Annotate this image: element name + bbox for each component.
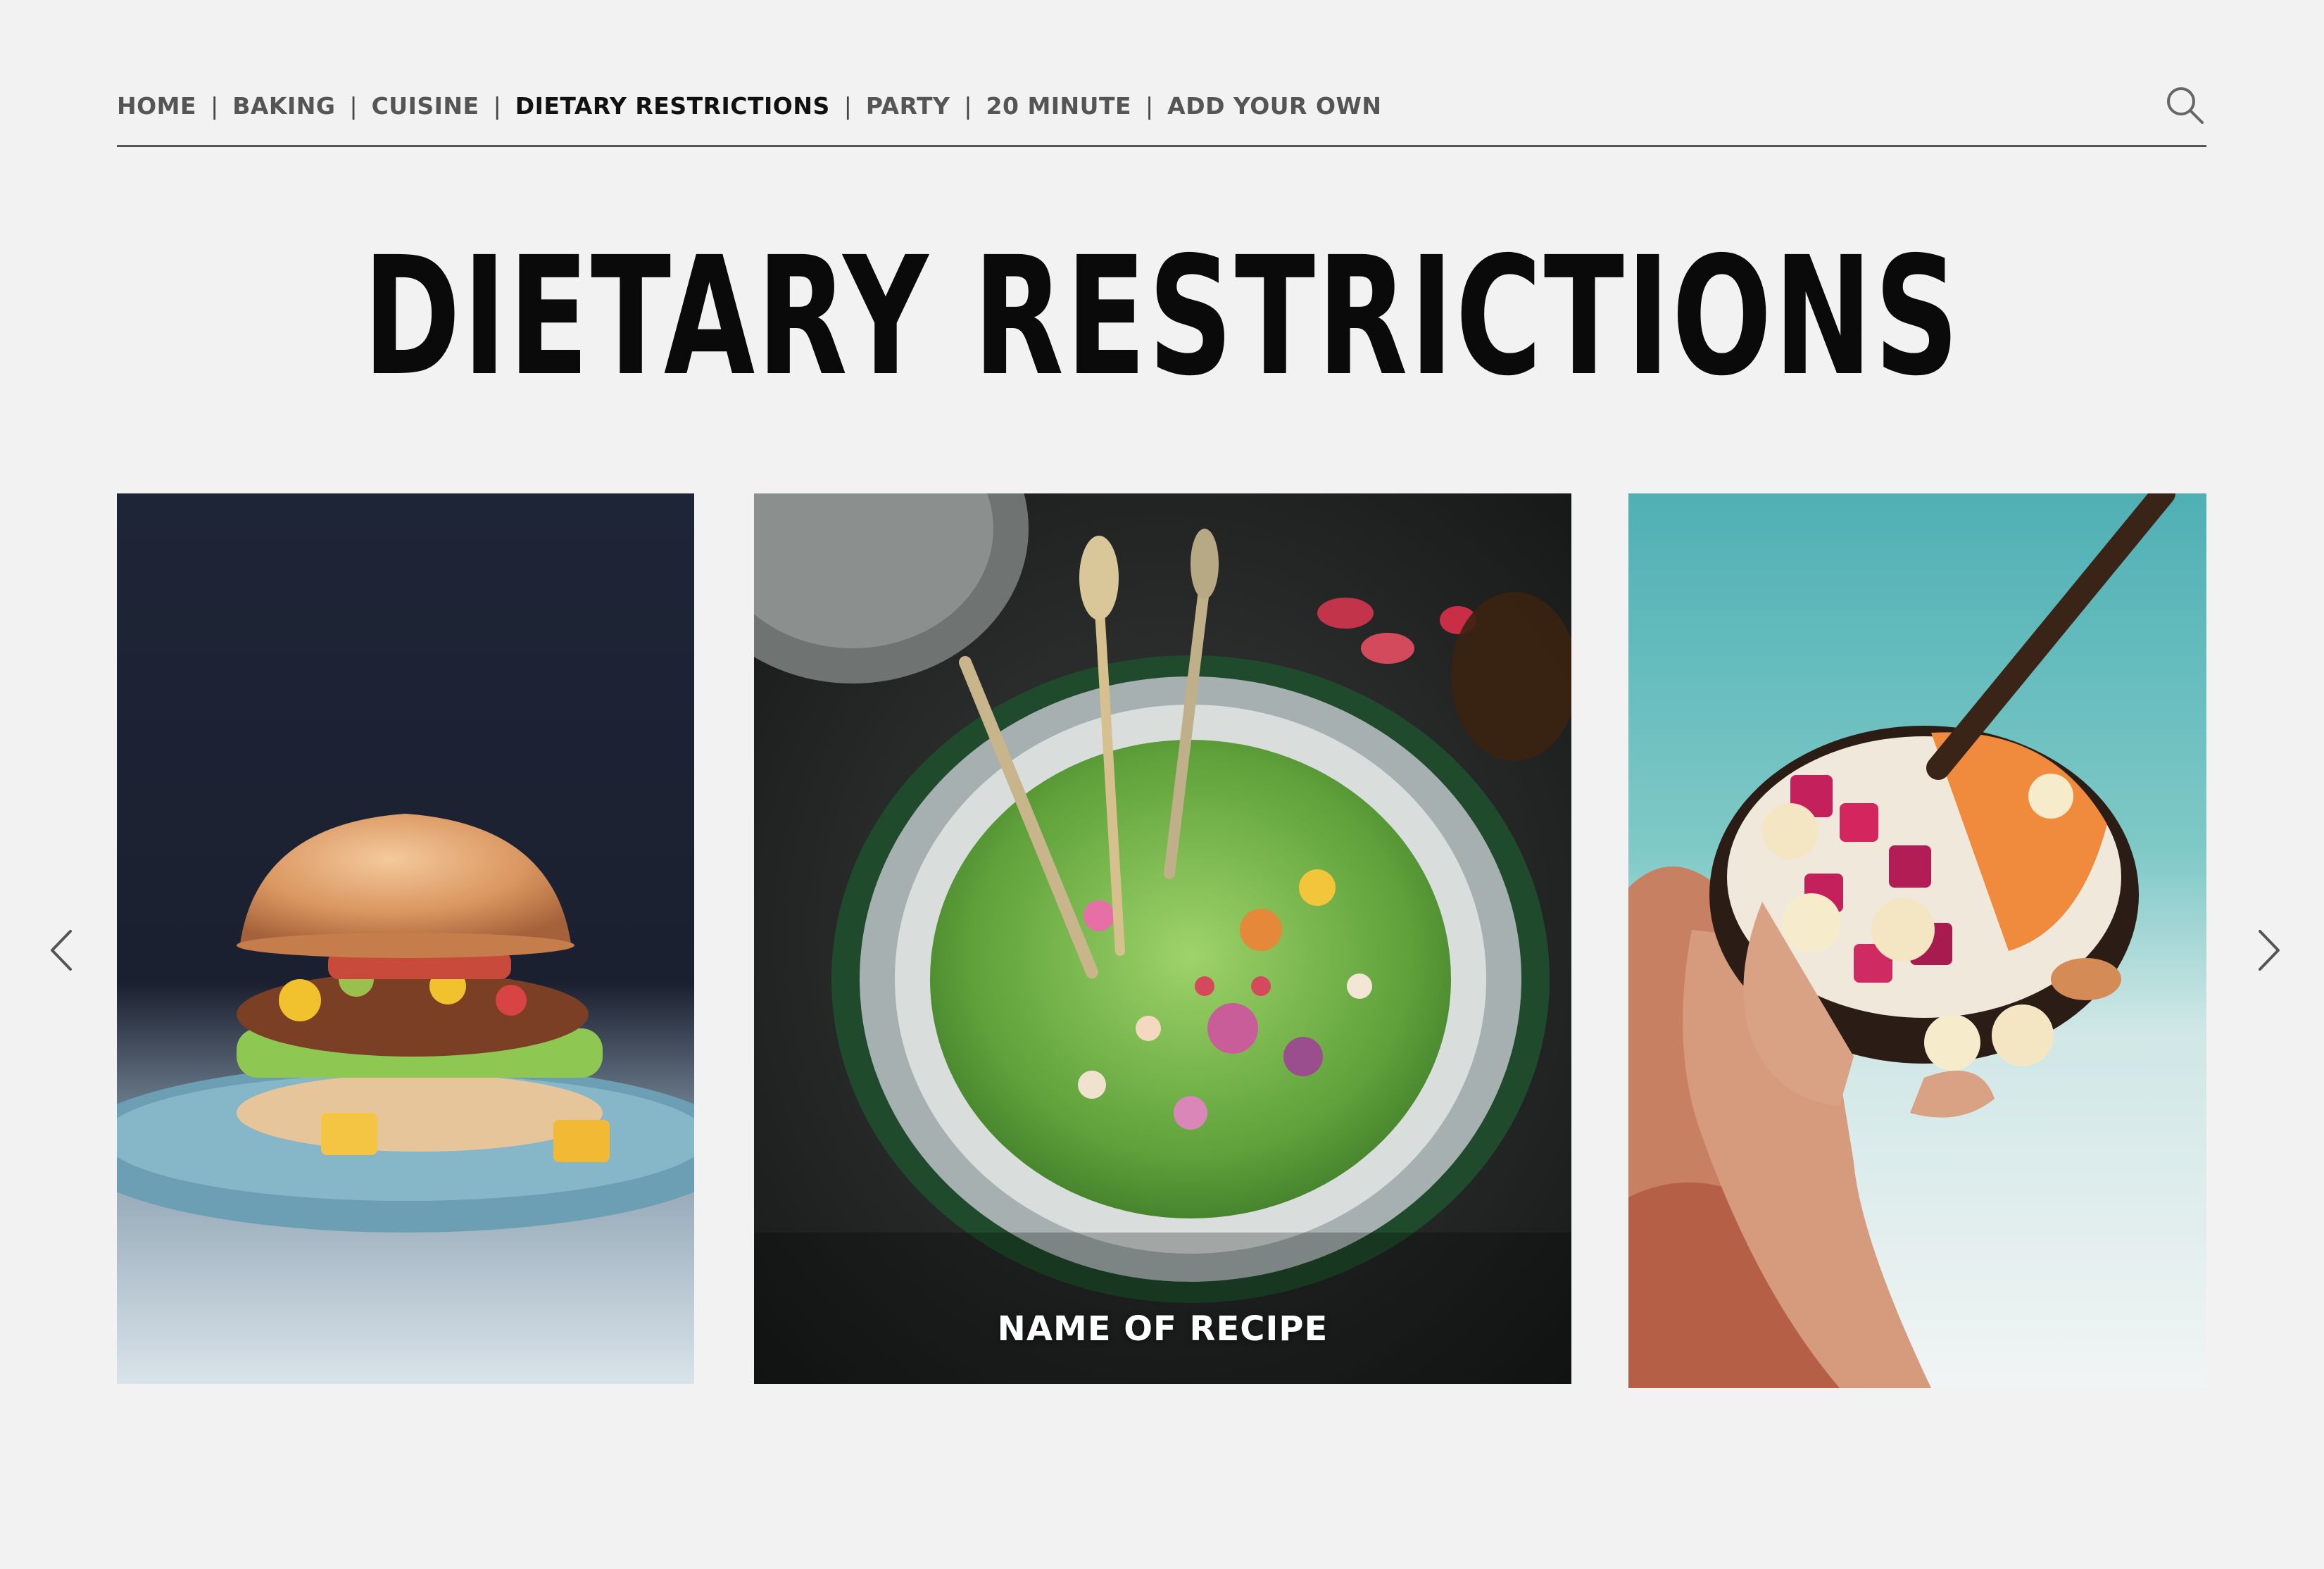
- nav-item-20-minute[interactable]: 20 MINUTE: [986, 92, 1132, 120]
- recipe-card-burger[interactable]: [117, 493, 694, 1384]
- nav-item-party[interactable]: PARTY: [866, 92, 950, 120]
- nav-separator: |: [1145, 92, 1154, 120]
- recipe-name: NAME OF RECIPE: [997, 1309, 1329, 1349]
- nav-item-cuisine[interactable]: CUISINE: [372, 92, 479, 120]
- nav-separator: |: [964, 92, 972, 120]
- nav-separator: |: [493, 92, 501, 120]
- nav-item-home[interactable]: HOME: [117, 92, 196, 120]
- nav-separator: |: [211, 92, 219, 120]
- recipe-card-smoothie-bowl[interactable]: [1628, 493, 2206, 1388]
- nav-separator: |: [349, 92, 358, 120]
- nav-separator: |: [843, 92, 852, 120]
- search-icon[interactable]: [2164, 84, 2206, 127]
- top-nav: HOME | BAKING | CUISINE | DIETARY RESTRI…: [117, 84, 2206, 127]
- chevron-right-icon[interactable]: [2251, 926, 2287, 975]
- smoothie-bowl-photo: [1628, 493, 2206, 1388]
- nav-item-add-your-own[interactable]: ADD YOUR OWN: [1167, 92, 1381, 120]
- veggie-burger-photo: [117, 493, 694, 1384]
- recipe-card-salad[interactable]: NAME OF RECIPE: [754, 493, 1571, 1384]
- nav-item-dietary-restrictions[interactable]: DIETARY RESTRICTIONS: [515, 92, 830, 120]
- nav-item-baking[interactable]: BAKING: [232, 92, 335, 120]
- green-salad-bowl-photo: [754, 493, 1571, 1384]
- chevron-left-icon[interactable]: [44, 926, 79, 975]
- nav-divider: [117, 145, 2206, 147]
- page-title: DIETARY RESTRICTIONS: [363, 222, 1961, 412]
